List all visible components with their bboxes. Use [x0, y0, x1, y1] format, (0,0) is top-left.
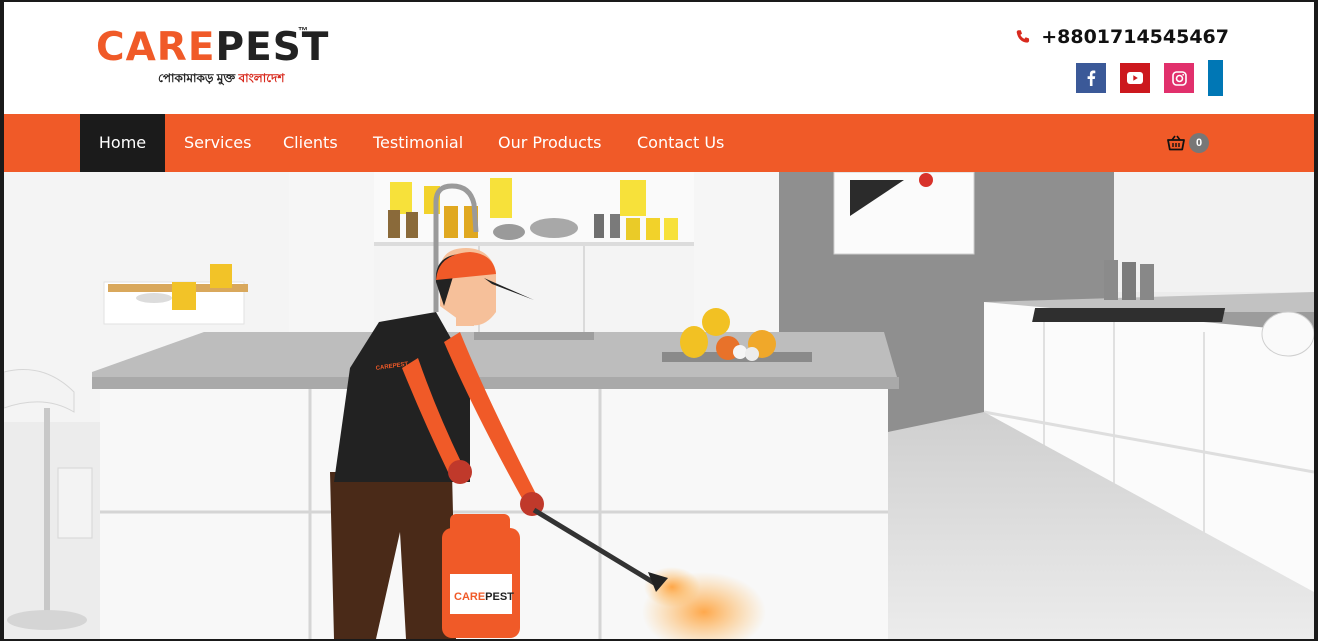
main-navigation: Home Services Clients Testimonial Our Pr…: [4, 114, 1314, 172]
facebook-link[interactable]: [1076, 63, 1106, 93]
facebook-icon: [1087, 70, 1096, 86]
browser-viewport: CAREPEST ™ পোকামাকড় মুক্ত বাংলাদেশ +880…: [4, 2, 1314, 639]
shopping-cart[interactable]: 0: [1167, 133, 1209, 153]
youtube-link[interactable]: [1120, 63, 1150, 93]
nav-testimonial[interactable]: Testimonial: [373, 114, 463, 172]
nav-home[interactable]: Home: [80, 114, 165, 172]
svg-text:CAREPEST: CAREPEST: [454, 591, 514, 603]
nav-contact-us[interactable]: Contact Us: [637, 114, 724, 172]
cart-count-badge: 0: [1189, 133, 1209, 153]
nav-our-products[interactable]: Our Products: [498, 114, 601, 172]
phone-number: +8801714545467: [1041, 26, 1229, 48]
carepest-logo[interactable]: CAREPEST ™ পোকামাকড় মুক্ত বাংলাদেশ: [96, 25, 330, 98]
phone-contact[interactable]: +8801714545467: [1015, 26, 1229, 48]
nav-services[interactable]: Services: [184, 114, 251, 172]
instagram-link[interactable]: [1164, 63, 1194, 93]
logo-wordmark: CAREPEST: [96, 25, 330, 70]
trademark-symbol: ™: [298, 26, 308, 37]
hero-kitchen-illustration: CAREPEST CAREPEST: [4, 172, 1314, 639]
phone-icon: [1016, 30, 1030, 43]
youtube-icon: [1127, 72, 1143, 84]
tank-label-care: CARE: [454, 591, 485, 603]
hero-banner: CAREPEST CAREPEST: [4, 172, 1314, 639]
nav-clients[interactable]: Clients: [283, 114, 338, 172]
instagram-icon: [1171, 70, 1187, 86]
linkedin-link[interactable]: [1208, 60, 1223, 96]
basket-icon: [1167, 135, 1185, 151]
site-header: CAREPEST ™ পোকামাকড় মুক্ত বাংলাদেশ +880…: [4, 2, 1314, 114]
tank-label-pest: PEST: [485, 591, 514, 603]
logo-tagline: পোকামাকড় মুক্ত বাংলাদেশ: [158, 71, 285, 85]
social-links: [1076, 60, 1223, 96]
